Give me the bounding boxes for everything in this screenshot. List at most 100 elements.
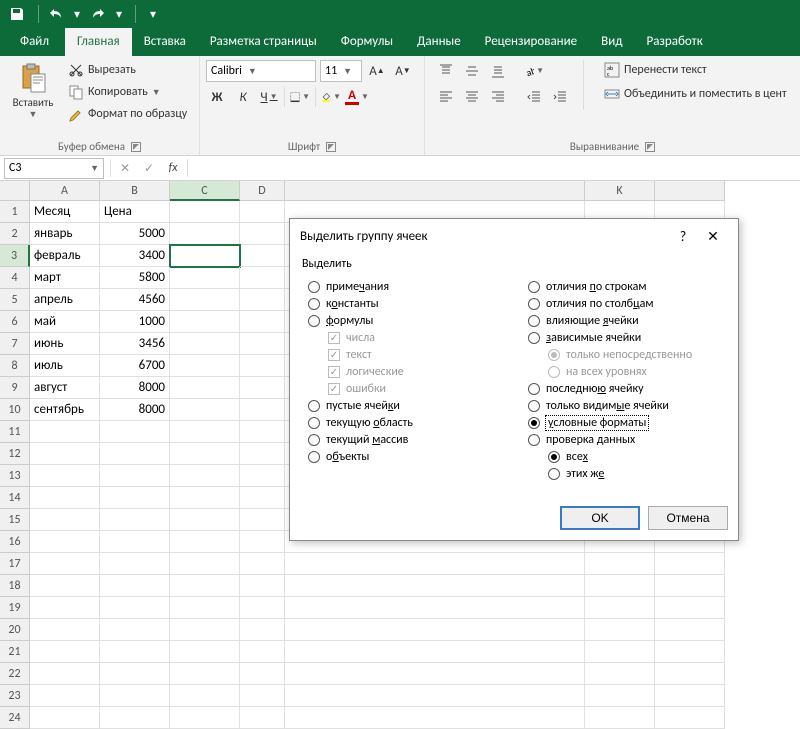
cell[interactable] bbox=[100, 531, 170, 553]
cell[interactable] bbox=[30, 575, 100, 597]
tab-file[interactable]: Файл bbox=[4, 28, 65, 56]
cell[interactable] bbox=[655, 663, 725, 685]
row-header[interactable]: 16 bbox=[0, 531, 30, 553]
insert-function-icon[interactable]: fx bbox=[161, 157, 185, 179]
radio-data-validation[interactable]: проверка данных bbox=[522, 433, 726, 447]
cell[interactable]: апрель bbox=[30, 289, 100, 311]
radio-col-diffs[interactable]: отличия по столбцам bbox=[522, 297, 726, 311]
cell[interactable] bbox=[30, 465, 100, 487]
cell[interactable] bbox=[100, 641, 170, 663]
cell[interactable] bbox=[30, 707, 100, 729]
cell[interactable] bbox=[170, 201, 240, 223]
cancel-button[interactable]: Отмена bbox=[648, 506, 728, 530]
cell[interactable] bbox=[170, 509, 240, 531]
cell[interactable] bbox=[240, 553, 285, 575]
cell[interactable] bbox=[30, 619, 100, 641]
cell[interactable] bbox=[170, 575, 240, 597]
qat-customize-icon[interactable]: ▾ bbox=[142, 3, 164, 25]
cell[interactable] bbox=[655, 597, 725, 619]
cell[interactable] bbox=[30, 443, 100, 465]
cell[interactable] bbox=[285, 685, 585, 707]
align-right-icon[interactable] bbox=[487, 86, 509, 108]
radio-notes[interactable]: примечания bbox=[302, 280, 506, 294]
cell[interactable] bbox=[170, 641, 240, 663]
cell[interactable]: Цена bbox=[100, 201, 170, 223]
col-header[interactable]: K bbox=[585, 181, 655, 201]
col-header[interactable] bbox=[655, 181, 725, 201]
underline-button[interactable]: Ч▼ bbox=[258, 86, 280, 108]
cell[interactable] bbox=[240, 201, 285, 223]
row-header[interactable]: 4 bbox=[0, 267, 30, 289]
cell[interactable] bbox=[240, 575, 285, 597]
cell[interactable] bbox=[170, 399, 240, 421]
cell[interactable] bbox=[240, 333, 285, 355]
align-middle-icon[interactable] bbox=[461, 60, 483, 82]
row-header[interactable]: 20 bbox=[0, 619, 30, 641]
cell[interactable]: 4560 bbox=[100, 289, 170, 311]
cell[interactable] bbox=[100, 443, 170, 465]
cell[interactable] bbox=[285, 575, 585, 597]
cell[interactable] bbox=[170, 663, 240, 685]
radio-formulas[interactable]: формулы bbox=[302, 314, 506, 328]
cell[interactable] bbox=[170, 531, 240, 553]
font-name-combo[interactable]: Calibri▼ bbox=[206, 60, 316, 82]
radio-visible-only[interactable]: только видимые ячейки bbox=[522, 399, 726, 413]
cell[interactable] bbox=[100, 465, 170, 487]
align-top-icon[interactable] bbox=[435, 60, 457, 82]
cell[interactable] bbox=[170, 289, 240, 311]
cell[interactable] bbox=[100, 707, 170, 729]
cell[interactable] bbox=[240, 377, 285, 399]
row-header[interactable]: 3 bbox=[0, 245, 30, 267]
cell[interactable] bbox=[240, 421, 285, 443]
cell[interactable] bbox=[285, 597, 585, 619]
cell[interactable] bbox=[585, 641, 655, 663]
undo-icon[interactable] bbox=[45, 3, 67, 25]
cell[interactable] bbox=[170, 311, 240, 333]
row-header[interactable]: 8 bbox=[0, 355, 30, 377]
cell[interactable] bbox=[240, 267, 285, 289]
cell[interactable] bbox=[285, 553, 585, 575]
col-header[interactable]: C bbox=[170, 181, 240, 201]
clipboard-dialog-launcher-icon[interactable] bbox=[131, 142, 141, 152]
format-painter-button[interactable]: Формат по образцу bbox=[64, 104, 191, 124]
cell[interactable]: март bbox=[30, 267, 100, 289]
radio-last-cell[interactable]: последнюю ячейку bbox=[522, 382, 726, 396]
row-header[interactable]: 13 bbox=[0, 465, 30, 487]
col-header[interactable]: D bbox=[240, 181, 285, 201]
cell[interactable] bbox=[240, 289, 285, 311]
cell[interactable] bbox=[655, 619, 725, 641]
tab-data[interactable]: Данные bbox=[405, 28, 473, 56]
row-header[interactable]: 6 bbox=[0, 311, 30, 333]
cell[interactable]: Месяц bbox=[30, 201, 100, 223]
cell[interactable] bbox=[170, 443, 240, 465]
cell[interactable] bbox=[240, 355, 285, 377]
cell[interactable] bbox=[585, 663, 655, 685]
cell[interactable] bbox=[585, 707, 655, 729]
col-header[interactable] bbox=[285, 181, 585, 201]
cell[interactable]: сентябрь bbox=[30, 399, 100, 421]
cell[interactable] bbox=[240, 531, 285, 553]
alignment-dialog-launcher-icon[interactable] bbox=[645, 142, 655, 152]
cell[interactable] bbox=[170, 487, 240, 509]
cell[interactable] bbox=[100, 663, 170, 685]
row-header[interactable]: 14 bbox=[0, 487, 30, 509]
row-header[interactable]: 24 bbox=[0, 707, 30, 729]
cell[interactable]: 5800 bbox=[100, 267, 170, 289]
merge-center-button[interactable]: Объединить и поместить в цент bbox=[600, 84, 791, 104]
cell[interactable] bbox=[100, 597, 170, 619]
col-header[interactable]: A bbox=[30, 181, 100, 201]
dialog-help-icon[interactable]: ? bbox=[668, 228, 698, 245]
font-color-button[interactable]: A▼ bbox=[346, 86, 368, 108]
cell[interactable] bbox=[170, 355, 240, 377]
tab-review[interactable]: Рецензирование bbox=[473, 28, 589, 56]
cell[interactable] bbox=[30, 487, 100, 509]
cell[interactable] bbox=[170, 619, 240, 641]
cell[interactable] bbox=[240, 509, 285, 531]
font-dialog-launcher-icon[interactable] bbox=[326, 142, 336, 152]
cell[interactable]: 1000 bbox=[100, 311, 170, 333]
cell[interactable] bbox=[240, 443, 285, 465]
cell[interactable] bbox=[240, 311, 285, 333]
cell[interactable]: февраль bbox=[30, 245, 100, 267]
cell[interactable] bbox=[100, 509, 170, 531]
cell[interactable] bbox=[585, 685, 655, 707]
